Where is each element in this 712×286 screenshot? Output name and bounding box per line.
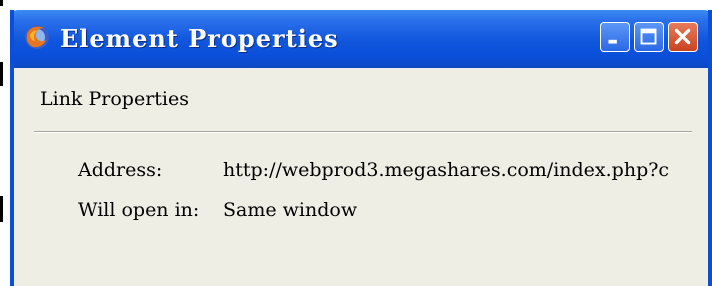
title-bar[interactable]: Element Properties	[14, 10, 708, 68]
section-divider	[34, 131, 692, 133]
minimize-icon	[608, 39, 617, 44]
page-edge-mark	[0, 196, 3, 222]
maximize-button[interactable]	[634, 22, 664, 52]
window-title: Element Properties	[60, 24, 339, 53]
maximize-icon	[640, 28, 657, 45]
open-in-value: Same window	[223, 199, 358, 221]
section-heading: Link Properties	[40, 88, 189, 110]
address-label: Address:	[78, 159, 163, 181]
firefox-icon	[25, 25, 49, 49]
page-edge-mark	[0, 62, 3, 86]
close-icon	[674, 28, 691, 45]
close-button[interactable]	[668, 22, 698, 52]
element-properties-window: Element Properties Link Properties Addre…	[10, 10, 712, 286]
screenshot-stage: Element Properties Link Properties Addre…	[0, 0, 712, 286]
address-value: http://webprod3.megashares.com/index.php…	[223, 159, 670, 181]
page-edge-mark	[0, 0, 3, 6]
minimize-button[interactable]	[600, 22, 630, 52]
open-in-label: Will open in:	[78, 199, 200, 221]
